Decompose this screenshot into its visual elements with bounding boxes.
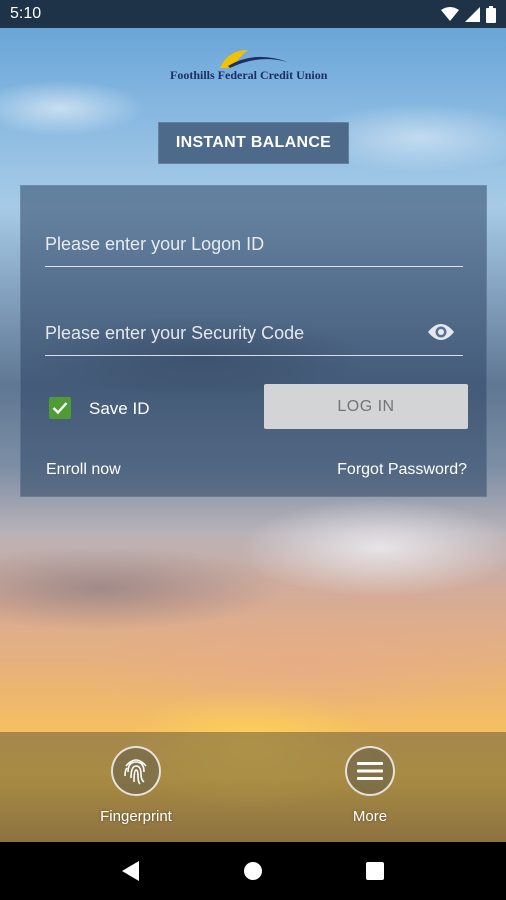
eye-icon[interactable] <box>427 322 455 342</box>
login-button[interactable]: LOG IN <box>264 384 468 429</box>
bottom-action-bar: Fingerprint More <box>0 732 506 842</box>
forgot-password-link[interactable]: Forgot Password? <box>337 461 467 479</box>
wifi-icon <box>441 6 459 21</box>
home-icon[interactable] <box>243 861 263 881</box>
brand-name: Foothills Federal Credit Union <box>170 68 328 82</box>
save-id-label[interactable]: Save ID <box>89 399 149 419</box>
instant-balance-button[interactable]: INSTANT BALANCE <box>158 122 349 164</box>
logo-sun-icon <box>220 50 288 68</box>
more-button[interactable]: More <box>310 746 430 836</box>
app-screen: 5:10 Foothills Federal Credit Union INST… <box>0 0 506 900</box>
fingerprint-icon <box>124 759 147 785</box>
fingerprint-button[interactable]: Fingerprint <box>76 746 196 836</box>
signal-icon <box>465 6 480 22</box>
recents-icon[interactable] <box>366 862 385 880</box>
security-code-field <box>45 312 463 356</box>
more-circle[interactable] <box>345 746 395 796</box>
more-label: More <box>352 808 388 825</box>
brand-logo: Foothills Federal Credit Union <box>170 48 340 86</box>
battery-icon <box>486 5 496 23</box>
status-icons <box>441 5 496 23</box>
status-bar: 5:10 <box>0 0 506 28</box>
status-time: 5:10 <box>10 5 42 22</box>
android-navigation-bar <box>0 842 506 900</box>
fingerprint-label: Fingerprint <box>100 808 172 825</box>
login-panel: Save ID LOG IN Enroll now Forgot Passwor… <box>20 185 487 497</box>
logon-id-field <box>45 223 463 267</box>
enroll-now-link[interactable]: Enroll now <box>46 461 121 479</box>
security-code-input[interactable] <box>45 323 463 344</box>
logon-id-input[interactable] <box>45 234 463 255</box>
checkmark-icon <box>52 402 68 415</box>
save-id-checkbox[interactable] <box>49 397 71 419</box>
fingerprint-circle[interactable] <box>111 746 161 796</box>
back-icon[interactable] <box>121 861 140 881</box>
menu-icon <box>357 762 383 780</box>
